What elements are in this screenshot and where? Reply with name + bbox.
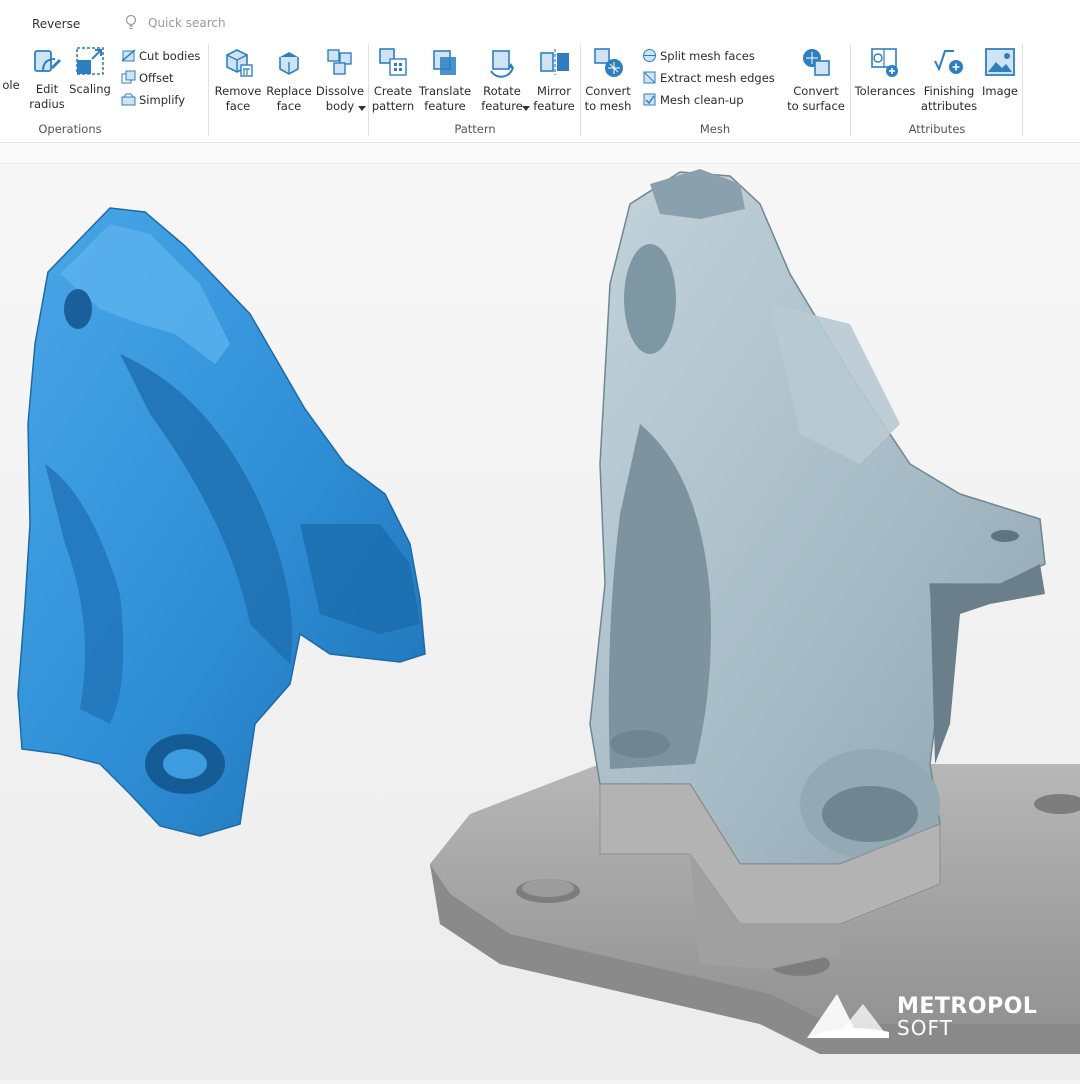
split-mesh-faces-icon (643, 49, 656, 62)
ribbon-separator (1022, 44, 1023, 136)
attributes-group-label: Attributes (908, 122, 966, 136)
tolerances-icon (871, 48, 898, 77)
create-pattern-icon (379, 48, 407, 76)
finishing-attributes-icon (934, 50, 963, 74)
remove-face-button[interactable]: Remove face (212, 42, 264, 114)
dissolve-body-icon (327, 49, 352, 75)
convert-to-mesh-icon (594, 48, 623, 77)
image-label: Image (981, 84, 1019, 98)
dropdown-arrow-icon (522, 106, 530, 111)
tab-reverse[interactable]: Reverse (32, 17, 80, 31)
logo-text-soft: SOFT (897, 1016, 953, 1040)
dropdown-arrow-icon (358, 106, 366, 111)
simplify-button[interactable]: Simplify (121, 92, 185, 107)
convert-to-surface-button[interactable]: Convert to surface (784, 42, 848, 114)
scaling-label: Scaling (69, 82, 111, 96)
quick-search-input[interactable]: Quick search (148, 16, 226, 30)
mesh-cleanup-icon (643, 93, 656, 106)
remove-face-label: Remove face (214, 84, 262, 113)
convert-to-surface-icon (803, 49, 830, 76)
image-button[interactable]: Image (980, 42, 1020, 99)
quick-search[interactable]: Quick search (124, 14, 226, 32)
convert-to-mesh-label: Convert to mesh (584, 84, 632, 113)
extract-mesh-edges-button[interactable]: Extract mesh edges (642, 70, 775, 85)
ribbon-separator (580, 44, 581, 136)
create-pattern-button[interactable]: Create pattern (370, 42, 416, 114)
hole-label: ole (2, 78, 20, 92)
mirror-feature-button[interactable]: Mirror feature (530, 42, 578, 114)
finishing-attributes-button[interactable]: Finishing attributes (918, 42, 980, 114)
image-icon (985, 48, 1015, 76)
scaling-button[interactable]: Scaling (66, 42, 114, 97)
ribbon-separator (368, 44, 369, 136)
translate-feature-icon (433, 50, 456, 75)
dissolve-body-button[interactable]: Dissolve body (314, 42, 366, 114)
extract-mesh-edges-icon (643, 71, 656, 84)
replace-face-label: Replace face (266, 84, 312, 113)
tolerances-button[interactable]: Tolerances (852, 42, 918, 99)
offset-icon (121, 70, 136, 84)
replace-face-button[interactable]: Replace face (264, 42, 314, 114)
3d-viewport[interactable]: METROPOL SOFT (0, 164, 1080, 1080)
convert-to-surface-label: Convert to surface (787, 84, 845, 113)
title-bar: Reverse Quick search (0, 0, 1080, 42)
offset-button[interactable]: Offset (121, 70, 174, 85)
operations-group-label: Operations (38, 122, 102, 136)
extract-mesh-edges-label: Extract mesh edges (660, 70, 775, 85)
mesh-group-label: Mesh (699, 122, 731, 136)
scaling-icon (76, 47, 104, 75)
pattern-group-label: Pattern (454, 122, 496, 136)
ribbon-bottom-strip (0, 143, 1080, 164)
ribbon-separator (208, 44, 209, 136)
cut-bodies-label: Cut bodies (139, 48, 201, 63)
simplify-icon (121, 93, 136, 106)
edit-radius-label: Edit radius (29, 82, 65, 111)
mirror-feature-icon (540, 49, 569, 75)
create-pattern-label: Create pattern (371, 84, 415, 113)
simplify-label: Simplify (139, 92, 186, 107)
cut-bodies-icon (121, 49, 136, 62)
offset-label: Offset (139, 70, 174, 85)
finishing-attributes-label: Finishing attributes (920, 84, 978, 113)
remove-face-icon (226, 49, 253, 77)
edit-radius-button[interactable]: Edit radius (28, 42, 66, 112)
metropol-soft-logo: METROPOL SOFT (805, 990, 1045, 1042)
ribbon-separator (850, 44, 851, 136)
replace-face-icon (279, 52, 299, 75)
viewport-canvas (17, 169, 1080, 1054)
lightbulb-icon (125, 14, 137, 30)
mesh-cleanup-label: Mesh clean-up (660, 92, 744, 107)
convert-to-mesh-button[interactable]: Convert to mesh (582, 42, 634, 114)
tolerances-label: Tolerances (854, 84, 916, 98)
ribbon-toolbar: ole Edit radius Scaling Cut bodies Offse… (0, 42, 1080, 143)
mirror-feature-label: Mirror feature (533, 84, 575, 113)
split-mesh-faces-label: Split mesh faces (660, 48, 755, 63)
rotate-feature-icon (490, 50, 514, 78)
split-mesh-faces-button[interactable]: Split mesh faces (642, 48, 755, 63)
edit-radius-icon (34, 50, 61, 72)
cut-bodies-button[interactable]: Cut bodies (121, 48, 200, 63)
translate-feature-button[interactable]: Translate feature (416, 42, 474, 114)
translate-feature-label: Translate feature (418, 84, 472, 113)
rotate-feature-button[interactable]: Rotate feature (474, 42, 530, 114)
hole-button[interactable]: ole (0, 78, 22, 93)
scan-mesh-model[interactable] (17, 207, 426, 837)
logo-mark-icon (807, 994, 889, 1038)
mesh-cleanup-button[interactable]: Mesh clean-up (642, 92, 744, 107)
